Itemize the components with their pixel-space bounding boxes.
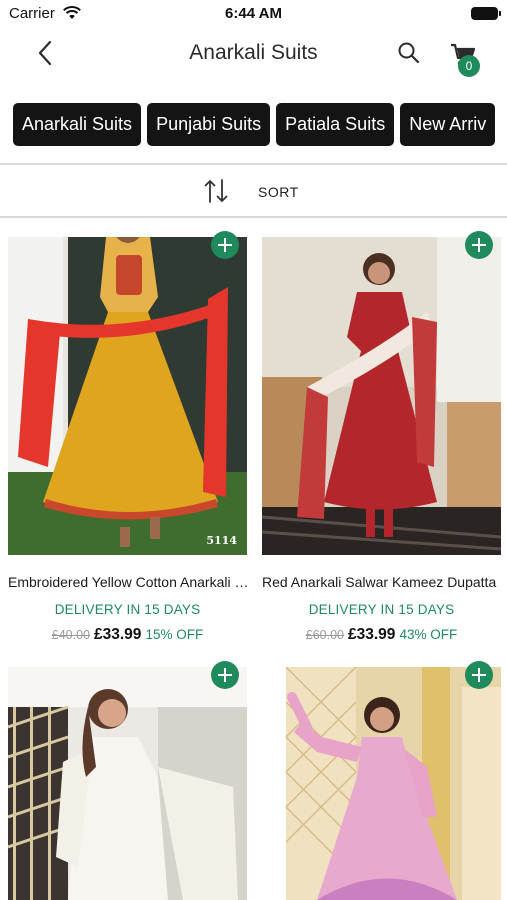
discount-label: 43% OFF — [399, 627, 458, 642]
status-time: 6:44 AM — [225, 5, 282, 22]
product-name[interactable]: Embroidered Yellow Cotton Anarkali Suit — [8, 574, 250, 590]
cart-count-badge: 0 — [458, 55, 480, 77]
product-image[interactable] — [8, 667, 247, 900]
category-chip-new-arrivals[interactable]: New Arriv — [400, 103, 496, 146]
category-chips: Anarkali Suits Punjabi Suits Patiala Suits… — [13, 103, 507, 147]
category-chip-anarkali[interactable]: Anarkali Suits — [13, 103, 142, 146]
delivery-info: DELIVERY IN 15 DAYS — [308, 602, 455, 617]
white-anarkali-photo — [8, 667, 247, 900]
sort-label: SORT — [258, 184, 299, 200]
sort-arrows-icon — [204, 179, 228, 203]
divider — [0, 163, 507, 165]
discount-label: 15% OFF — [145, 627, 204, 642]
product-image[interactable] — [262, 237, 501, 555]
price-row: £60.00 £33.99 43% OFF — [262, 626, 501, 644]
nav-bar: Anarkali Suits 0 — [0, 28, 507, 80]
add-to-cart-button[interactable] — [211, 231, 239, 259]
product-name[interactable]: Red Anarkali Salwar Kameez Dupatta — [262, 574, 504, 590]
sale-price: £33.99 — [94, 626, 142, 643]
pink-anarkali-photo — [262, 667, 501, 900]
original-price: £60.00 — [305, 628, 345, 642]
sort-bar: SORT — [0, 166, 507, 216]
category-chip-punjabi[interactable]: Punjabi Suits — [147, 103, 271, 146]
sale-price: £33.99 — [348, 626, 396, 643]
price-row: £40.00 £33.99 15% OFF — [8, 626, 247, 644]
battery-icon — [471, 7, 501, 20]
add-to-cart-button[interactable] — [211, 661, 239, 689]
yellow-anarkali-photo — [8, 237, 247, 555]
add-to-cart-button[interactable] — [465, 231, 493, 259]
search-icon[interactable] — [396, 40, 422, 66]
product-image[interactable]: 5114 — [8, 237, 247, 555]
category-chip-patiala[interactable]: Patiala Suits — [276, 103, 395, 146]
product-image[interactable] — [262, 667, 501, 900]
red-anarkali-photo — [262, 237, 501, 555]
product-sku-label: 5114 — [206, 534, 237, 547]
status-bar: Carrier 6:44 AM — [0, 0, 507, 28]
divider — [0, 216, 507, 218]
add-to-cart-button[interactable] — [465, 661, 493, 689]
sort-button[interactable]: SORT — [203, 177, 313, 205]
page-title: Anarkali Suits — [189, 41, 318, 64]
original-price: £40.00 — [51, 628, 91, 642]
delivery-info: DELIVERY IN 15 DAYS — [54, 602, 201, 617]
